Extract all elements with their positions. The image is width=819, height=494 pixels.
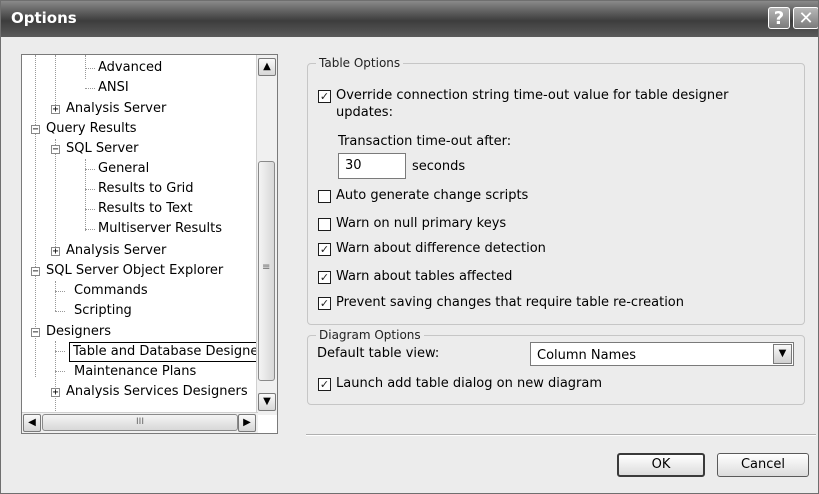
scroll-down-button[interactable]: ▼: [258, 393, 276, 411]
auto-generate-label: Auto generate change scripts: [336, 188, 529, 203]
default-view-value: Column Names: [537, 348, 637, 363]
checkbox-box[interactable]: ✓: [318, 297, 331, 310]
timeout-input[interactable]: 30: [338, 153, 406, 179]
warn-null-label: Warn on null primary keys: [336, 216, 507, 231]
seconds-label: seconds: [412, 159, 466, 174]
collapse-minus-icon[interactable]: −: [51, 145, 60, 155]
scroll-right-button[interactable]: ▶: [238, 414, 256, 432]
thumb-grip-icon: ≡: [262, 262, 271, 273]
tree-line: [55, 371, 65, 372]
tree-line: [55, 55, 56, 109]
ok-button[interactable]: OK: [617, 453, 705, 477]
override-timeout-label: Override connection string time-out valu…: [336, 88, 729, 103]
tree-line: [85, 55, 86, 79]
tree-item-results-to-text[interactable]: Results to Text: [98, 199, 193, 219]
table-options-label: Table Options: [316, 56, 404, 70]
tree-item-query-results[interactable]: Query Results: [46, 119, 137, 139]
expand-plus-icon[interactable]: +: [51, 388, 60, 398]
scroll-up-button[interactable]: ▲: [258, 58, 276, 76]
tree-item-object-explorer[interactable]: SQL Server Object Explorer: [46, 261, 223, 281]
tree-item-scripting[interactable]: Scripting: [74, 301, 132, 321]
tree-line: [85, 88, 95, 89]
checkbox-box[interactable]: ✓: [318, 271, 331, 284]
checkbox-box[interactable]: [318, 218, 331, 231]
tree-line: [55, 139, 56, 251]
horizontal-scroll-thumb[interactable]: III: [42, 414, 238, 431]
default-view-select[interactable]: Column Names ▼: [530, 342, 794, 366]
table-options-group: Table Options ✓ Override connection stri…: [307, 56, 805, 325]
separator: [306, 434, 816, 436]
checkbox-box[interactable]: ✓: [318, 90, 331, 103]
tree-line: [85, 189, 95, 190]
tree-item-ansi[interactable]: ANSI: [98, 78, 129, 98]
checkbox-box[interactable]: ✓: [318, 243, 331, 256]
prevent-saving-label: Prevent saving changes that require tabl…: [336, 295, 685, 310]
tree-item-general[interactable]: General: [98, 159, 149, 179]
tree-line: [55, 291, 65, 292]
close-button[interactable]: ✕: [793, 7, 818, 29]
checkbox-box[interactable]: [318, 190, 331, 203]
tree-item-sql-server[interactable]: SQL Server: [66, 139, 139, 159]
tree-item-analysis-server[interactable]: Analysis Server: [66, 99, 166, 119]
tree-line: [85, 68, 95, 69]
tree-item-advanced[interactable]: Advanced: [98, 58, 162, 78]
warn-tables-label: Warn about tables affected: [336, 269, 513, 284]
checkbox-box[interactable]: ✓: [318, 378, 331, 391]
tree-item-commands[interactable]: Commands: [74, 281, 148, 301]
tree-item-analysis-services-designers[interactable]: Analysis Services Designers: [66, 382, 248, 402]
collapse-minus-icon[interactable]: −: [31, 328, 40, 338]
tree-item-multiserver-results[interactable]: Multiserver Results: [98, 219, 222, 239]
cancel-button[interactable]: Cancel: [717, 453, 809, 477]
expand-plus-icon[interactable]: +: [51, 105, 60, 115]
diagram-options-group: Diagram Options Default table view: Colu…: [307, 328, 805, 405]
vertical-scroll-thumb[interactable]: ≡: [258, 161, 275, 381]
override-timeout-label-cont: updates:: [336, 105, 393, 120]
diagram-options-label: Diagram Options: [316, 328, 424, 342]
options-tree: Advanced ANSI + Analysis Server − Query …: [21, 54, 278, 434]
tree-line: [55, 311, 65, 312]
tree-item-maintenance-plans[interactable]: Maintenance Plans: [74, 362, 196, 382]
tree-item-table-database-designers[interactable]: Table and Database Designers: [69, 342, 275, 362]
tree-item-analysis-server-2[interactable]: Analysis Server: [66, 241, 166, 261]
options-dialog: Options ? ✕ Advanced ANSI + Analysis Ser…: [0, 0, 819, 494]
launch-add-table-label: Launch add table dialog on new diagram: [336, 376, 603, 391]
help-button[interactable]: ?: [768, 7, 790, 29]
tree-item-designers[interactable]: Designers: [46, 322, 111, 342]
tree-line: [85, 209, 95, 210]
collapse-minus-icon[interactable]: −: [31, 125, 40, 135]
warn-difference-label: Warn about difference detection: [336, 241, 546, 256]
default-view-label: Default table view:: [317, 346, 440, 361]
scroll-left-button[interactable]: ◀: [23, 414, 41, 432]
tree-line: [85, 169, 95, 170]
tree-line: [85, 229, 95, 230]
chevron-down-icon[interactable]: ▼: [773, 344, 792, 364]
horizontal-scrollbar[interactable]: ◀ III ▶: [22, 412, 258, 433]
vertical-scrollbar[interactable]: ▲ ≡ ▼: [256, 55, 277, 415]
dialog-title: Options: [11, 9, 77, 27]
expand-plus-icon[interactable]: +: [51, 247, 60, 257]
title-bar[interactable]: Options ? ✕: [1, 1, 818, 37]
tree-line: [55, 351, 65, 352]
transaction-timeout-label: Transaction time-out after:: [338, 134, 512, 149]
tree-line: [55, 281, 56, 311]
tree-item-results-to-grid[interactable]: Results to Grid: [98, 179, 194, 199]
collapse-minus-icon[interactable]: −: [31, 267, 40, 277]
